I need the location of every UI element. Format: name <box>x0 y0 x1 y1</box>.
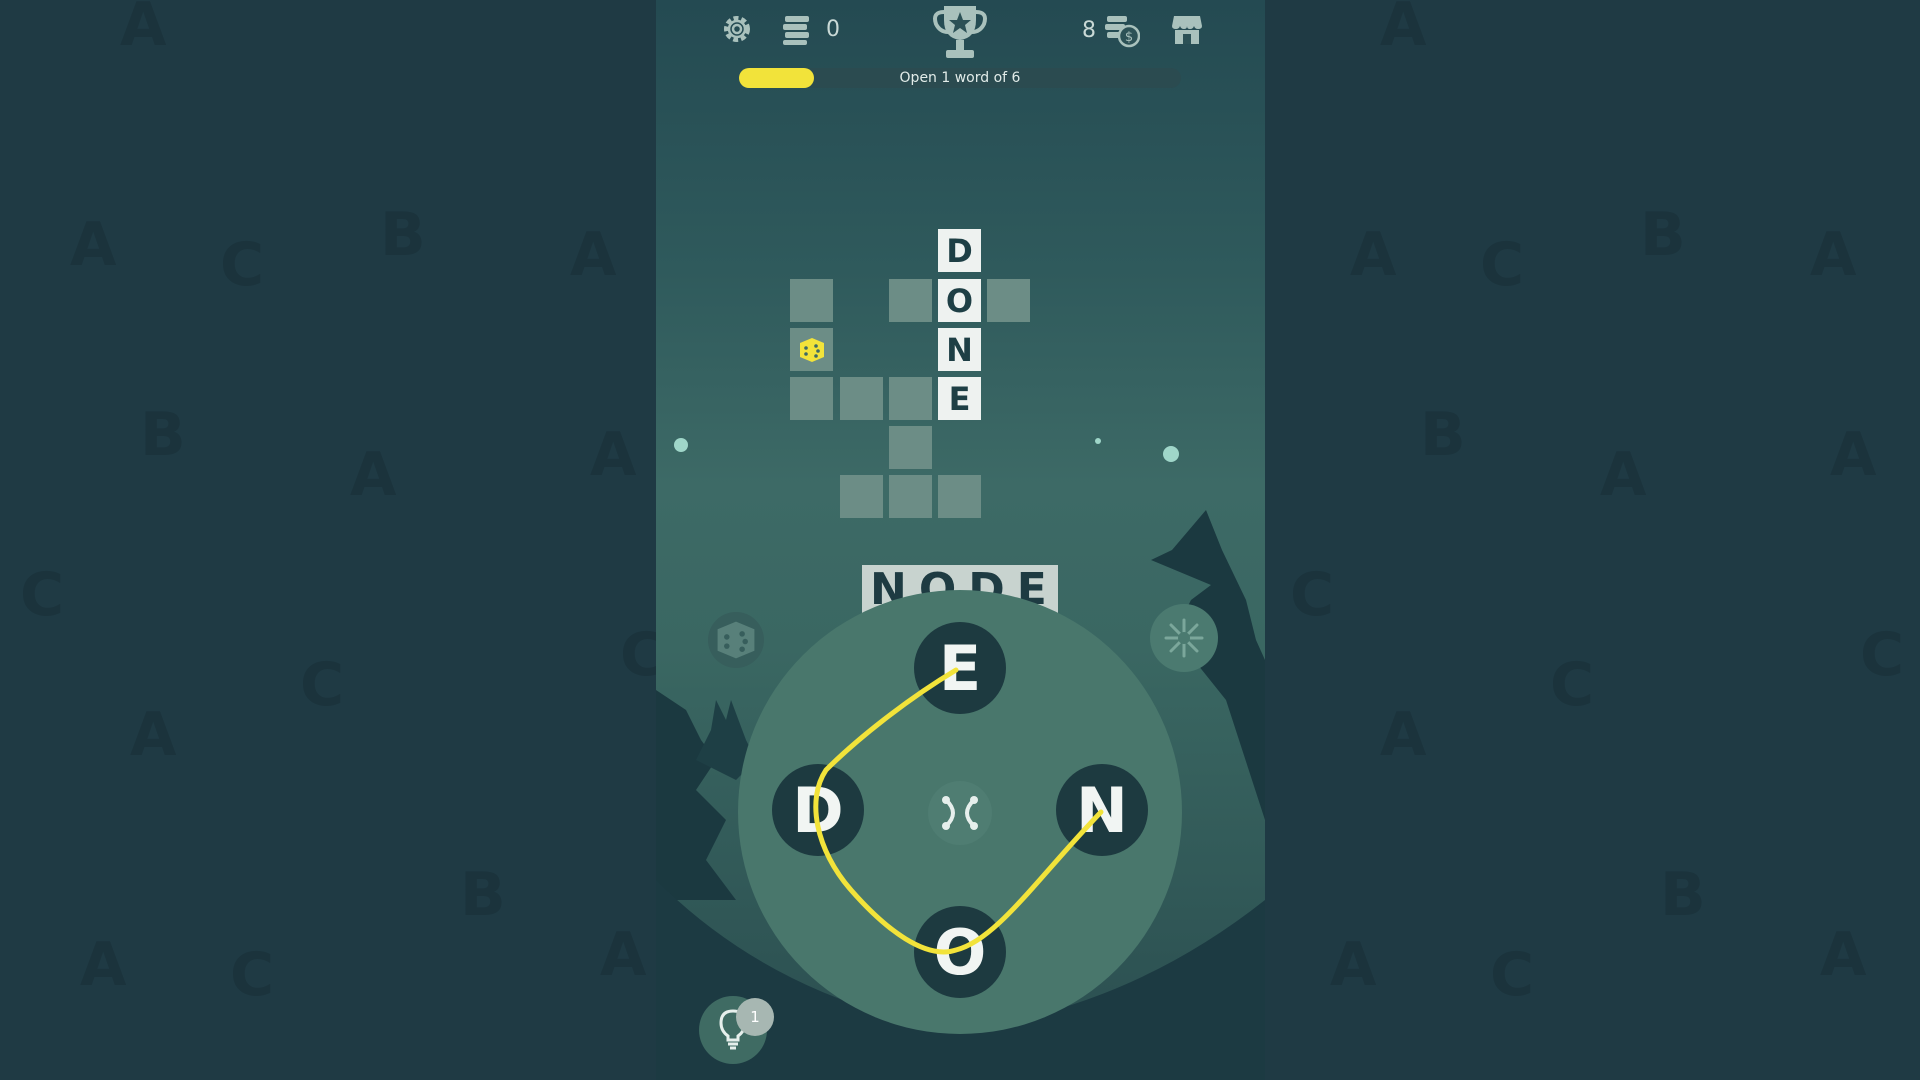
gear-icon <box>724 16 750 42</box>
bg-letter: C <box>300 650 345 720</box>
bg-letter: A <box>130 700 177 770</box>
bg-letter: C <box>1550 650 1595 720</box>
bg-letter: B <box>380 200 426 270</box>
bg-letter: A <box>1350 220 1397 290</box>
crossword-cell: N <box>938 328 981 371</box>
settings-button[interactable] <box>720 12 754 46</box>
crossword-cell <box>790 377 833 420</box>
game-screen: 0 8 $ Open 1 word of 6 D O N E E D N O 1 <box>656 0 1265 1080</box>
crossword-cell <box>790 279 833 322</box>
crossword-cell <box>840 475 883 518</box>
letter-button-d[interactable]: D <box>772 764 864 856</box>
letter-button-o[interactable]: O <box>914 906 1006 998</box>
crossword-cell: D <box>938 229 981 272</box>
svg-text:$: $ <box>1125 30 1133 45</box>
dice-count: 0 <box>826 16 840 42</box>
shuffle-icon <box>942 796 978 830</box>
bg-letter: A <box>70 210 117 280</box>
coins-icon: $ <box>1105 16 1140 48</box>
shuffle-button[interactable] <box>928 781 992 845</box>
bg-letter: C <box>1490 940 1535 1010</box>
shop-button[interactable] <box>1170 12 1204 46</box>
trophy-button[interactable] <box>928 2 992 62</box>
crossword-cell <box>889 279 932 322</box>
crossword-cell <box>790 328 833 371</box>
burst-powerup-button[interactable] <box>1150 604 1218 672</box>
bg-letter: C <box>1290 560 1335 630</box>
hint-count-badge: 1 <box>736 998 774 1036</box>
bg-letter: A <box>1810 220 1857 290</box>
bg-letter: B <box>1640 200 1686 270</box>
bg-letter: C <box>1860 620 1905 690</box>
crossword-cell: E <box>938 377 981 420</box>
crossword-cell <box>840 377 883 420</box>
coin-count: 8 <box>1082 17 1096 43</box>
trophy-icon <box>933 6 987 58</box>
bg-letter: A <box>350 440 397 510</box>
dice-counter[interactable]: 0 <box>780 12 840 46</box>
bg-letter: B <box>1660 860 1706 930</box>
bg-letter: A <box>1380 700 1427 770</box>
crossword-cell <box>938 475 981 518</box>
crossword-cell <box>889 475 932 518</box>
progress-label: Open 1 word of 6 <box>899 70 1021 86</box>
dice-powerup-button[interactable] <box>708 612 764 668</box>
crossword-cell <box>987 279 1030 322</box>
bg-letter: A <box>1820 920 1867 990</box>
bg-letter: B <box>140 400 186 470</box>
bg-letter: A <box>1330 930 1377 1000</box>
dice-icon <box>799 337 824 362</box>
bg-letter: C <box>20 560 65 630</box>
crossword-cell <box>889 377 932 420</box>
sparkle-dot <box>1163 446 1179 462</box>
bg-letter: C <box>220 230 265 300</box>
letter-button-n[interactable]: N <box>1056 764 1148 856</box>
dice-stack-icon <box>783 16 809 45</box>
bg-letter: B <box>1420 400 1466 470</box>
burst-icon <box>1164 618 1204 658</box>
bg-letter: B <box>460 860 506 930</box>
sparkle-dot <box>674 438 688 452</box>
bg-letter: A <box>590 420 637 490</box>
crossword-cell <box>889 426 932 469</box>
dice-icon <box>717 621 755 659</box>
bg-letter: A <box>80 930 127 1000</box>
letter-button-e[interactable]: E <box>914 622 1006 714</box>
bg-letter: C <box>230 940 275 1010</box>
bg-letter: A <box>570 220 617 290</box>
bg-letter: A <box>1600 440 1647 510</box>
shop-icon <box>1172 16 1202 44</box>
crossword-cell: O <box>938 279 981 322</box>
bg-letter: A <box>1830 420 1877 490</box>
coin-counter[interactable]: 8 $ <box>1082 12 1140 48</box>
progress-bar: Open 1 word of 6 <box>739 68 1181 88</box>
bg-letter: A <box>600 920 647 990</box>
bg-letter: C <box>1480 230 1525 300</box>
sparkle-dot <box>1095 438 1101 444</box>
bg-letter: A <box>120 0 167 60</box>
bg-letter: A <box>1380 0 1427 60</box>
